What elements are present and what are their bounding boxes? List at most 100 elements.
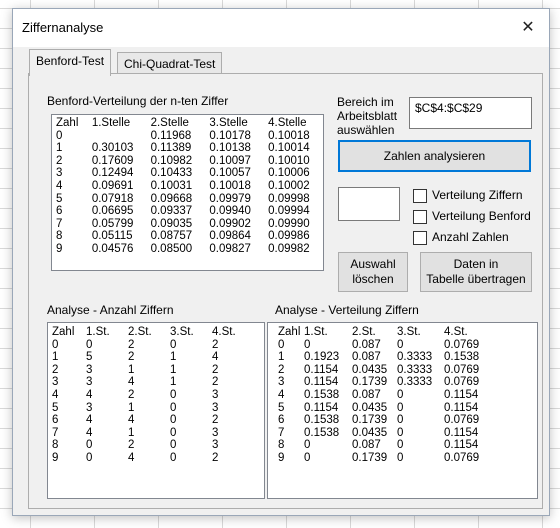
- benford-cell: 0.30103: [91, 142, 134, 155]
- benford-cell: 6: [56, 205, 63, 218]
- transfer-to-table-button[interactable]: Daten in Tabelle übertragen: [420, 252, 532, 292]
- distribution-cell: 0.087: [352, 388, 381, 401]
- distribution-row[interactable]: 8 0 0.087 0 0.1154: [278, 439, 494, 452]
- distribution-cell: 0.0435: [352, 363, 388, 376]
- count-row[interactable]: 9 0 4 0 2: [52, 452, 252, 465]
- count-header-cell: 2.St.: [128, 326, 152, 338]
- distribution-row[interactable]: 7 0.1538 0.0435 0 0.1154: [278, 427, 494, 440]
- benford-cell: 0: [56, 129, 63, 142]
- distribution-header-cell: 1.St.: [304, 326, 328, 338]
- count-row[interactable]: 7 4 1 0 3: [52, 427, 252, 440]
- range-label-line-3: auswählen: [337, 123, 395, 137]
- distribution-row[interactable]: 6 0.1538 0.1739 0 0.0769: [278, 414, 494, 427]
- distribution-cell: 9: [278, 451, 285, 464]
- count-cell: 3: [52, 376, 59, 389]
- count-row[interactable]: 5 3 1 0 3: [52, 402, 252, 415]
- range-input[interactable]: $C$4:$C$29: [409, 97, 532, 129]
- benford-row[interactable]: 4 0.09691 0.10031 0.10018 0.10002: [56, 180, 323, 193]
- benford-cell: 0.10178: [209, 129, 251, 142]
- distribution-cell: 2: [278, 363, 285, 376]
- benford-row[interactable]: 3 0.12494 0.10433 0.10057 0.10006: [56, 167, 323, 180]
- benford-row[interactable]: 5 0.07918 0.09668 0.09979 0.09998: [56, 193, 323, 206]
- benford-cell: 0.08757: [150, 230, 193, 243]
- distribution-row[interactable]: 2 0.1154 0.0435 0.3333 0.0769: [278, 364, 494, 377]
- benford-row[interactable]: 8 0.05115 0.08757 0.09864 0.09986: [56, 230, 323, 243]
- benford-row[interactable]: 9 0.04576 0.08500 0.09827 0.09982: [56, 243, 323, 256]
- count-header-row: Zahl 1.St. 2.St. 3.St. 4.St.: [52, 326, 252, 339]
- count-row[interactable]: 2 3 1 1 2: [52, 364, 252, 377]
- tab-benford-test[interactable]: Benford-Test: [29, 49, 112, 76]
- distribution-cell: 0.1154: [304, 401, 339, 414]
- count-cell: 2: [128, 388, 135, 401]
- distribution-cell: 0.0769: [444, 414, 480, 427]
- count-cell: 2: [52, 363, 59, 376]
- analyze-button[interactable]: Zahlen analysieren: [338, 140, 531, 172]
- count-row[interactable]: 4 4 2 0 3: [52, 389, 252, 402]
- distribution-cell: 5: [278, 401, 285, 414]
- tab-chi-quadrat-test[interactable]: Chi-Quadrat-Test: [117, 52, 223, 75]
- count-row[interactable]: 6 4 4 0 2: [52, 414, 252, 427]
- benford-cell: 0.10018: [209, 179, 251, 192]
- distribution-row[interactable]: 9 0 0.1739 0 0.0769: [278, 452, 494, 465]
- benford-cell: 8: [56, 230, 63, 243]
- benford-cell: 0.05799: [91, 217, 134, 230]
- distribution-row[interactable]: 4 0.1538 0.087 0 0.1154: [278, 389, 494, 402]
- distribution-header-row: Zahl 1.St. 2.St. 3.St. 4.St.: [278, 326, 494, 339]
- benford-cell: 0.10010: [268, 154, 310, 167]
- count-cell: 0: [170, 451, 177, 464]
- range-label-line-2: Arbeitsblatt: [337, 109, 398, 123]
- benford-table: Zahl 1.Stelle 2.Stelle 3.Stelle 4.Stelle 0 0.1…: [56, 117, 323, 256]
- count-cell: 6: [52, 414, 59, 427]
- benford-cell: 0.07918: [91, 192, 134, 205]
- checkbox-box[interactable]: [413, 210, 427, 224]
- benford-row[interactable]: 6 0.06695 0.09337 0.09940 0.09994: [56, 205, 323, 218]
- benford-cell: 0.09994: [268, 205, 310, 218]
- count-cell: 1: [128, 426, 135, 439]
- close-icon[interactable]: ✕: [513, 15, 543, 41]
- benford-cell: 0.09668: [150, 192, 193, 205]
- checkbox-box[interactable]: [413, 231, 427, 245]
- count-row[interactable]: 3 3 4 1 2: [52, 376, 252, 389]
- benford-row[interactable]: 0 0.11968 0.10178 0.10018: [56, 130, 323, 143]
- distribution-analysis-listbox[interactable]: Zahl 1.St. 2.St. 3.St. 4.St. 0 0 0.087 0 0.0769 1 0…: [267, 322, 538, 499]
- benford-row[interactable]: 1 0.30103 0.11389 0.10138 0.10014: [56, 142, 323, 155]
- distribution-row[interactable]: 5 0.1154 0.0435 0 0.1154: [278, 402, 494, 415]
- count-header-cell: 1.St.: [86, 326, 110, 338]
- distribution-cell: 0.1154: [444, 439, 479, 452]
- distribution-cell: 0: [304, 338, 311, 351]
- checkbox-box[interactable]: [413, 189, 427, 203]
- benford-cell: 7: [56, 217, 63, 230]
- benford-cell: 0.09990: [268, 217, 310, 230]
- benford-cell: 0.10014: [268, 142, 310, 155]
- count-row[interactable]: 8 0 2 0 3: [52, 439, 252, 452]
- benford-row[interactable]: 7 0.05799 0.09035 0.09902 0.09990: [56, 218, 323, 231]
- count-row[interactable]: 1 5 2 1 4: [52, 351, 252, 364]
- count-cell: 0: [170, 414, 177, 427]
- distribution-row[interactable]: 0 0 0.087 0 0.0769: [278, 339, 494, 352]
- count-cell: 3: [212, 388, 219, 401]
- count-cell: 0: [86, 338, 93, 351]
- count-cell: 0: [86, 439, 93, 452]
- distribution-header-cell: Zahl: [278, 326, 301, 338]
- distribution-row[interactable]: 1 0.1923 0.087 0.3333 0.1538: [278, 351, 494, 364]
- count-row[interactable]: 0 0 2 0 2: [52, 339, 252, 352]
- distribution-row[interactable]: 3 0.1154 0.1739 0.3333 0.0769: [278, 376, 494, 389]
- clear-button-line-2: löschen: [352, 272, 394, 286]
- count-header-cell: 4.St.: [212, 326, 236, 338]
- count-cell: 0: [170, 388, 177, 401]
- count-analysis-listbox[interactable]: Zahl 1.St. 2.St. 3.St. 4.St. 0 0 2 0 2 1 5 2 1 4 2 3 1 1 2 3…: [47, 322, 265, 499]
- benford-header-cell: 4.Stelle: [268, 117, 307, 129]
- count-cell: 0: [170, 338, 177, 351]
- benford-cell: 0.04576: [91, 242, 134, 255]
- count-display-field[interactable]: [338, 187, 400, 221]
- distribution-cell: 0.0435: [352, 426, 388, 439]
- count-cell: 5: [52, 401, 59, 414]
- count-cell: 2: [212, 451, 219, 464]
- count-cell: 4: [128, 376, 135, 389]
- count-cell: 1: [128, 363, 135, 376]
- benford-cell: 0.09827: [209, 242, 251, 255]
- clear-selection-button[interactable]: Auswahl löschen: [338, 252, 408, 292]
- benford-distribution-listbox[interactable]: Zahl 1.Stelle 2.Stelle 3.Stelle 4.Stelle 0 0.1…: [51, 114, 324, 271]
- benford-cell: 0.06695: [91, 205, 134, 218]
- benford-row[interactable]: 2 0.17609 0.10982 0.10097 0.10010: [56, 155, 323, 168]
